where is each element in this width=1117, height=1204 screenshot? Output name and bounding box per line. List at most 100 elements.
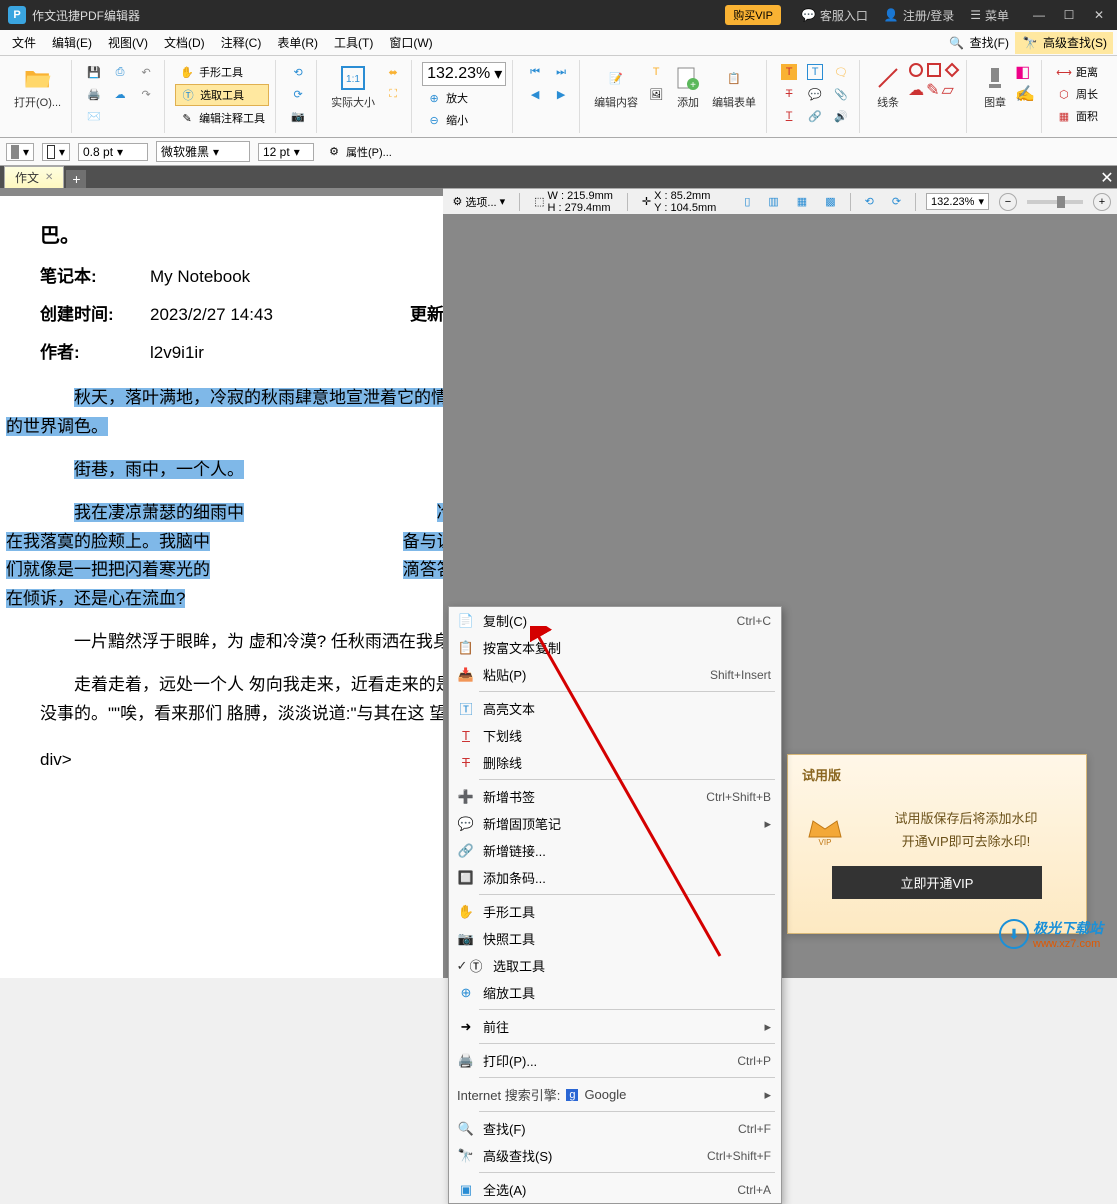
ctx-strike[interactable]: T删除线: [449, 749, 781, 776]
layout-continuous-button[interactable]: ▥: [764, 195, 782, 208]
audio-button[interactable]: 🔊: [829, 106, 853, 126]
scan-button[interactable]: ⎙: [108, 62, 132, 82]
options-button[interactable]: ⚙选项...▾: [449, 194, 510, 210]
layout-single-button[interactable]: ▯: [740, 195, 754, 208]
close-all-tabs-button[interactable]: ✕: [1097, 168, 1117, 188]
cloud-button[interactable]: ☁: [108, 84, 132, 104]
ctx-underline[interactable]: T下划线: [449, 722, 781, 749]
rotate-view-right-button[interactable]: ⟳: [888, 195, 905, 208]
ctx-link[interactable]: 🔗新增链接...: [449, 837, 781, 864]
ctx-hand-tool[interactable]: ✋手形工具: [449, 898, 781, 925]
nav-next-button[interactable]: ▶: [549, 84, 573, 104]
ctx-select-all[interactable]: ▣全选(A)Ctrl+A: [449, 1176, 781, 1203]
tab-document[interactable]: 作文✕: [4, 166, 64, 188]
eraser-tool-icon[interactable]: ◧: [1015, 62, 1035, 82]
attach-file-button[interactable]: 📎: [829, 84, 853, 104]
close-window-button[interactable]: ✕: [1089, 8, 1109, 22]
print-button[interactable]: 🖨️: [82, 84, 106, 104]
stroke-color-picker[interactable]: ▾: [42, 143, 70, 161]
ctx-bookmark[interactable]: ➕新增书签Ctrl+Shift+B: [449, 783, 781, 810]
menu-document[interactable]: 文档(D): [156, 31, 213, 54]
nav-last-button[interactable]: ⏭: [549, 62, 573, 82]
distance-button[interactable]: ⟷距离: [1052, 62, 1102, 82]
eraser-icon[interactable]: ▱: [941, 80, 953, 100]
square-icon[interactable]: [926, 62, 942, 78]
ctx-select-tool[interactable]: ✓Ⓣ选取工具: [449, 952, 781, 979]
ctx-find[interactable]: 🔍查找(F)Ctrl+F: [449, 1115, 781, 1142]
strikeout-button[interactable]: T: [777, 84, 801, 104]
ctx-snapshot-tool[interactable]: 📷快照工具: [449, 925, 781, 952]
circle-icon[interactable]: [908, 62, 924, 78]
menu-tool[interactable]: 工具(T): [326, 31, 381, 54]
rotate-view-left-button[interactable]: ⟲: [861, 195, 878, 208]
ctx-goto[interactable]: ➜前往▸: [449, 1013, 781, 1040]
nav-first-button[interactable]: ⏮: [523, 62, 547, 82]
email-button[interactable]: ✉️: [82, 106, 106, 126]
redo-button[interactable]: ↷: [134, 84, 158, 104]
advanced-find-button[interactable]: 🔭高级查找(S): [1015, 32, 1113, 54]
edit-form-button[interactable]: 📋 编辑表单: [708, 62, 760, 112]
ctx-print[interactable]: 🖨️打印(P)...Ctrl+P: [449, 1047, 781, 1074]
fit-width-button[interactable]: ⬌: [381, 62, 405, 82]
font-combo[interactable]: 微软雅黑 ▾: [156, 141, 250, 162]
polygon-icon[interactable]: [944, 62, 960, 78]
fit-page-button[interactable]: ⛶: [381, 84, 405, 104]
zoom-out-status-button[interactable]: −: [999, 193, 1017, 211]
pencil-icon[interactable]: ✎: [926, 80, 939, 100]
main-menu-button[interactable]: ☰菜单: [970, 7, 1009, 24]
zoom-in-button[interactable]: ⊕放大: [422, 88, 506, 108]
ctx-highlight[interactable]: 🅃高亮文本: [449, 695, 781, 722]
perimeter-button[interactable]: ⬡周长: [1052, 84, 1102, 104]
maximize-button[interactable]: ☐: [1059, 8, 1079, 22]
undo-button[interactable]: ↶: [134, 62, 158, 82]
text-tool-button[interactable]: T: [644, 62, 668, 82]
minimize-button[interactable]: —: [1029, 8, 1049, 22]
pdf-page[interactable]: 巴。 笔记本:My Notebook 创建时间:2023/2/27 14:43更…: [0, 196, 443, 978]
textbox-button[interactable]: T: [803, 62, 827, 82]
underline-txt-button[interactable]: T: [777, 106, 801, 126]
attach-button[interactable]: 🔗: [803, 106, 827, 126]
font-size-combo[interactable]: 12 pt ▾: [258, 143, 314, 161]
open-vip-button[interactable]: 立即开通VIP: [832, 866, 1042, 899]
zoom-level-combo[interactable]: 132.23% ▾: [926, 193, 989, 210]
annotation-edit-button[interactable]: ✎编辑注释工具: [175, 108, 269, 128]
edit-content-button[interactable]: 📝 编辑内容: [590, 62, 642, 112]
lines-button[interactable]: 线条: [870, 62, 906, 112]
sticky-note-button[interactable]: 🗨: [829, 62, 853, 82]
properties-button[interactable]: ⚙属性(P)...: [322, 142, 396, 162]
ctx-zoom-tool[interactable]: ⊕缩放工具: [449, 979, 781, 1006]
line-width-combo[interactable]: 0.8 pt ▾: [78, 143, 148, 161]
select-tool-button[interactable]: Ⓣ选取工具: [175, 84, 269, 106]
ctx-search-engine[interactable]: Internet 搜索引擎:gGoogle▸: [449, 1081, 781, 1108]
buy-vip-button[interactable]: 购买VIP: [725, 5, 781, 25]
image-tool-button[interactable]: 🖼: [644, 84, 668, 104]
menu-comment[interactable]: 注释(C): [213, 31, 270, 54]
zoom-out-button[interactable]: ⊖缩小: [422, 110, 506, 130]
add-tab-button[interactable]: +: [66, 170, 86, 188]
save-button[interactable]: 💾: [82, 62, 106, 82]
menu-form[interactable]: 表单(R): [269, 31, 326, 54]
find-button[interactable]: 🔍查找(F): [942, 32, 1015, 54]
zoom-combo[interactable]: 132.23%▾: [422, 62, 506, 86]
hand-tool-button[interactable]: ✋手形工具: [175, 62, 269, 82]
layout-facing-button[interactable]: ▦: [793, 195, 811, 208]
highlight-button[interactable]: T: [777, 62, 801, 82]
menu-window[interactable]: 窗口(W): [381, 31, 440, 54]
area-button[interactable]: ▦面积: [1052, 106, 1102, 126]
cloud-shape-icon[interactable]: ☁: [908, 80, 924, 100]
ctx-copy-rich[interactable]: 📋按富文本复制: [449, 634, 781, 661]
note-button[interactable]: 💬: [803, 84, 827, 104]
stamp-button[interactable]: 图章: [977, 62, 1013, 112]
ctx-barcode[interactable]: 🔲添加条码...: [449, 864, 781, 891]
zoom-in-status-button[interactable]: +: [1093, 193, 1111, 211]
customer-service-button[interactable]: 💬客服入口: [801, 7, 868, 24]
rotate-right-button[interactable]: ⟳: [286, 84, 310, 104]
login-button[interactable]: 👤注册/登录: [884, 7, 954, 24]
camera-button[interactable]: 📷: [286, 106, 310, 126]
close-tab-icon[interactable]: ✕: [45, 172, 53, 183]
ctx-copy[interactable]: 📄复制(C)Ctrl+C: [449, 607, 781, 634]
menu-view[interactable]: 视图(V): [100, 31, 156, 54]
ctx-adv-find[interactable]: 🔭高级查找(S)Ctrl+Shift+F: [449, 1142, 781, 1169]
ctx-sticky[interactable]: 💬新增固顶笔记▸: [449, 810, 781, 837]
layout-continuous-facing-button[interactable]: ▩: [821, 195, 839, 208]
